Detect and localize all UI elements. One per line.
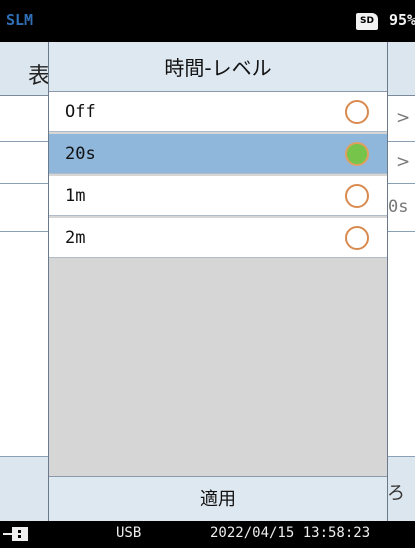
background-title-fragment: 表: [28, 64, 51, 89]
background-row-divider: [0, 183, 48, 184]
option-label: 2m: [65, 228, 86, 248]
radio-unchecked-icon[interactable]: [345, 100, 369, 124]
connection-label: USB: [116, 525, 142, 541]
footer-status-bar: USB 2022/04/15 13:58:23: [0, 521, 415, 548]
background-row-divider: [388, 231, 415, 232]
background-row-arrow: >: [396, 152, 411, 172]
option-off[interactable]: Off: [49, 92, 387, 132]
option-2m[interactable]: 2m: [49, 218, 387, 258]
background-row-divider: [388, 183, 415, 184]
option-label: Off: [65, 102, 96, 122]
sd-card-label: SD: [360, 16, 374, 26]
usb-connection-icon: [3, 527, 28, 541]
radio-unchecked-icon[interactable]: [345, 226, 369, 250]
option-label: 20s: [65, 144, 96, 164]
date-time: 2022/04/15 13:58:23: [210, 525, 371, 541]
background-row-divider: [388, 141, 415, 142]
sd-card-icon: SD: [356, 13, 378, 30]
dialog-title: 時間-レベル: [49, 42, 387, 92]
background-footer-fragment: ろ: [387, 483, 405, 504]
status-bar: SLM SD 95%: [0, 0, 415, 42]
time-level-dialog: 時間-レベル Off 20s 1m 2m 適用: [48, 42, 388, 521]
option-1m[interactable]: 1m: [49, 176, 387, 216]
background-row-divider: [0, 141, 48, 142]
apply-button[interactable]: 適用: [49, 476, 387, 521]
background-row-value: 0s: [388, 197, 409, 217]
background-row-divider: [0, 231, 48, 232]
option-20s[interactable]: 20s: [49, 134, 387, 174]
background-row-arrow: >: [396, 108, 411, 128]
radio-checked-icon[interactable]: [345, 142, 369, 166]
radio-unchecked-icon[interactable]: [345, 184, 369, 208]
battery-level: 95%: [389, 11, 415, 29]
dialog-empty-area: [49, 260, 387, 476]
option-label: 1m: [65, 186, 86, 206]
app-name: SLM: [6, 11, 34, 29]
